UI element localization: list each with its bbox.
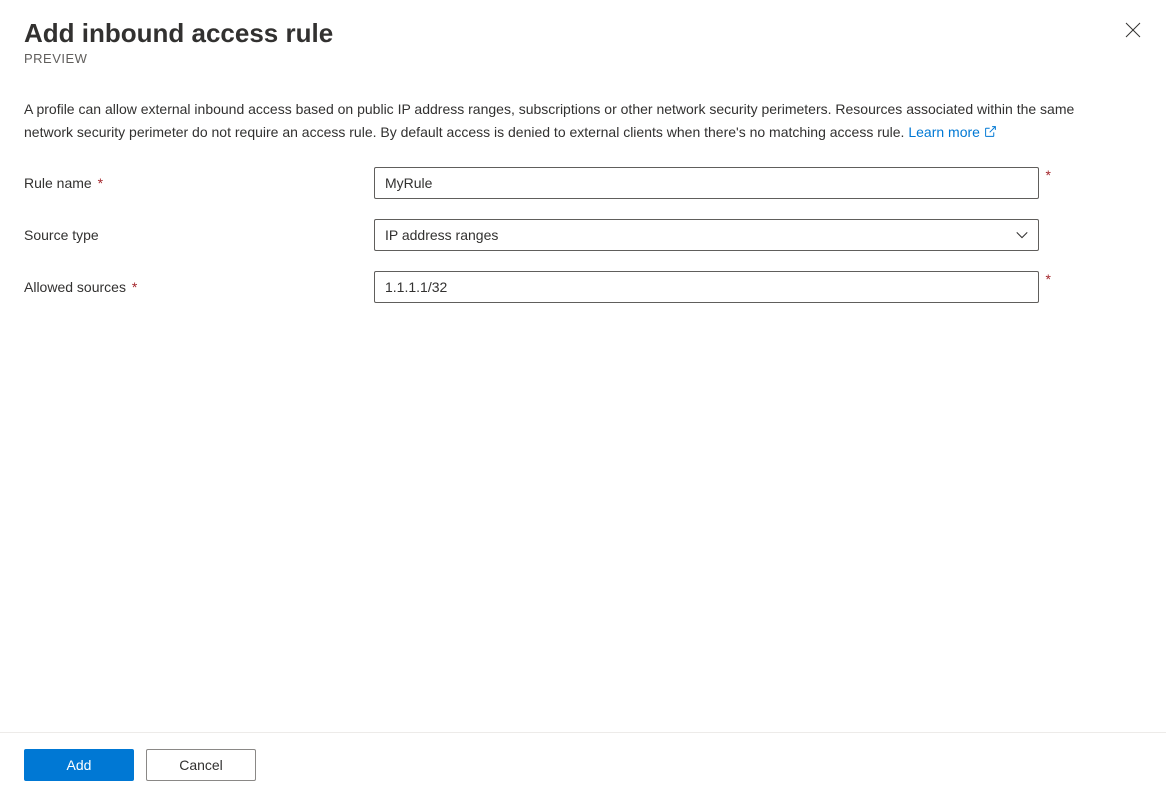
learn-more-link[interactable]: Learn more	[908, 121, 997, 143]
allowed-sources-label: Allowed sources *	[24, 279, 374, 295]
allowed-sources-input[interactable]	[374, 271, 1039, 303]
source-type-select[interactable]: IP address ranges	[374, 219, 1039, 251]
close-button[interactable]	[1124, 22, 1142, 40]
allowed-sources-label-text: Allowed sources	[24, 279, 126, 295]
panel-subtitle: PREVIEW	[24, 51, 1142, 66]
rule-name-row: Rule name * *	[24, 167, 1142, 199]
rule-name-control: *	[374, 167, 1039, 199]
source-type-select-wrapper: IP address ranges	[374, 219, 1039, 251]
learn-more-text: Learn more	[908, 121, 980, 143]
required-asterisk-outside: *	[1046, 167, 1051, 183]
required-asterisk-outside: *	[1046, 271, 1051, 287]
add-button[interactable]: Add	[24, 749, 134, 781]
close-icon	[1125, 22, 1141, 41]
source-type-control: IP address ranges	[374, 219, 1039, 251]
source-type-row: Source type IP address ranges	[24, 219, 1142, 251]
panel-title: Add inbound access rule	[24, 18, 1142, 49]
allowed-sources-control: *	[374, 271, 1039, 303]
required-asterisk: *	[132, 279, 137, 295]
source-type-value: IP address ranges	[385, 227, 498, 243]
panel-header: Add inbound access rule PREVIEW	[0, 0, 1166, 66]
rule-name-label-text: Rule name	[24, 175, 92, 191]
panel-footer: Add Cancel	[0, 732, 1166, 797]
external-link-icon	[984, 125, 997, 138]
cancel-button[interactable]: Cancel	[146, 749, 256, 781]
rule-name-input[interactable]	[374, 167, 1039, 199]
allowed-sources-row: Allowed sources * *	[24, 271, 1142, 303]
form: Rule name * * Source type IP address ran…	[0, 143, 1166, 732]
panel-description: A profile can allow external inbound acc…	[0, 66, 1100, 143]
required-asterisk: *	[98, 175, 103, 191]
rule-name-label: Rule name *	[24, 175, 374, 191]
source-type-label: Source type	[24, 227, 374, 243]
source-type-label-text: Source type	[24, 227, 99, 243]
